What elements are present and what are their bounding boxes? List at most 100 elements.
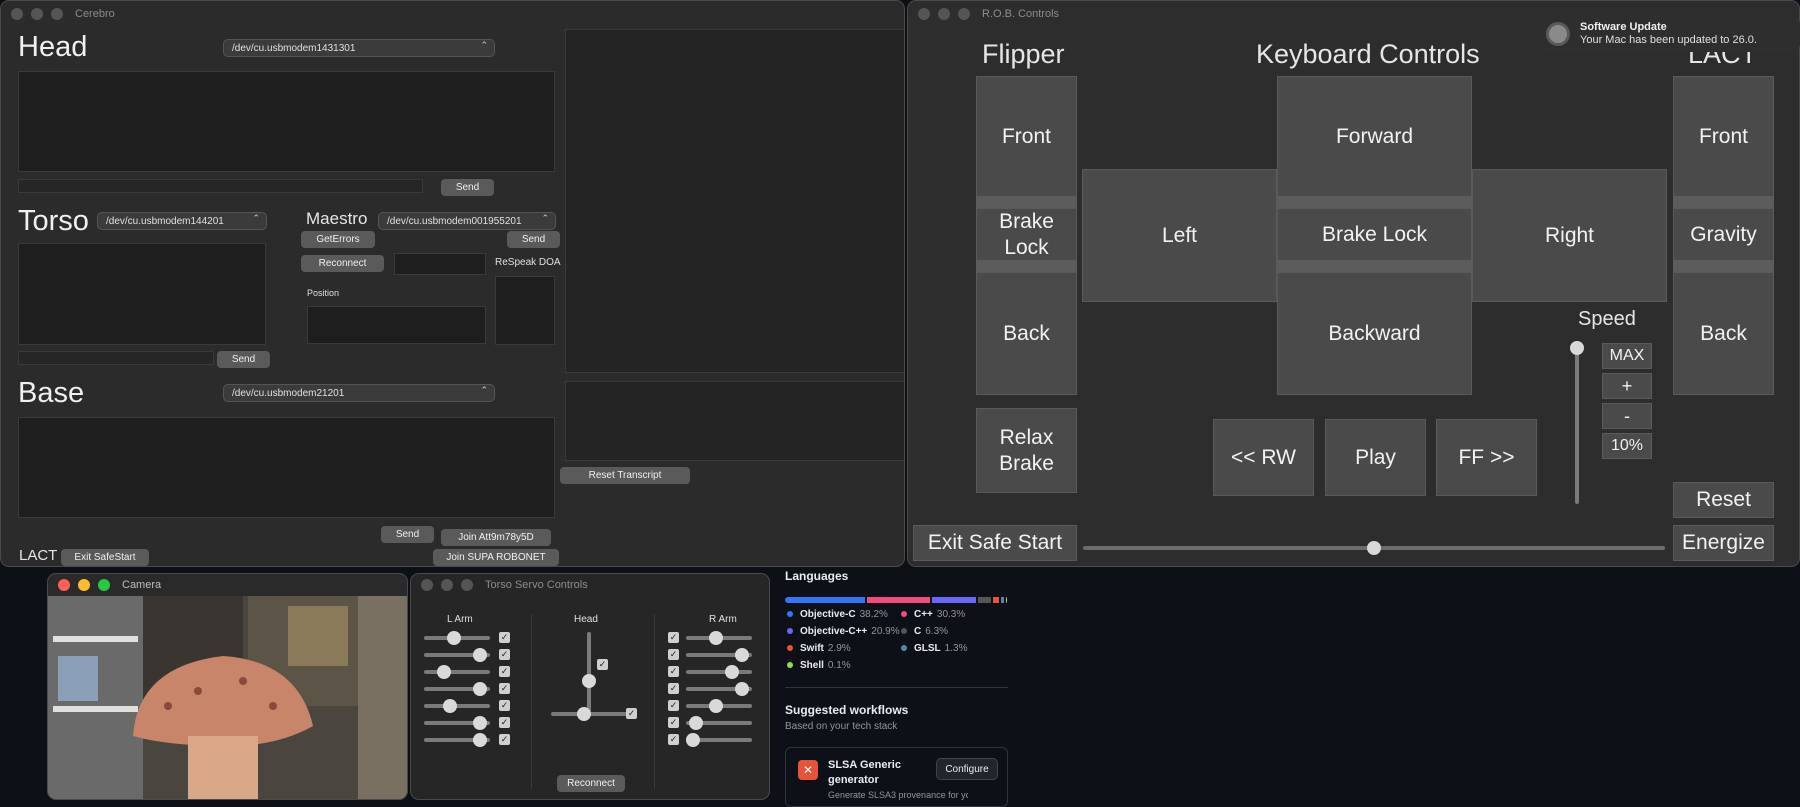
lact-front-button[interactable]: Front bbox=[1673, 76, 1774, 197]
l-arm-checkbox[interactable]: ✓ bbox=[499, 717, 510, 728]
r-arm-checkbox[interactable]: ✓ bbox=[668, 683, 679, 694]
reconnect-button[interactable]: Reconnect bbox=[301, 255, 384, 272]
left-button[interactable]: Left bbox=[1082, 169, 1277, 302]
fast-forward-button[interactable]: FF >> bbox=[1436, 419, 1537, 496]
flipper-back-button[interactable]: Back bbox=[976, 272, 1077, 395]
minimize-button[interactable] bbox=[31, 8, 43, 20]
close-button[interactable] bbox=[918, 8, 930, 20]
l-arm-slider-thumb[interactable] bbox=[473, 716, 487, 730]
l-arm-slider-thumb[interactable] bbox=[447, 631, 461, 645]
language-item[interactable]: C6.3% bbox=[901, 626, 948, 637]
r-arm-slider-thumb[interactable] bbox=[709, 699, 723, 713]
speed-plus-button[interactable]: + bbox=[1602, 373, 1652, 399]
head-port-select[interactable]: /dev/cu.usbmodem1431301 bbox=[223, 39, 495, 57]
r-arm-checkbox[interactable]: ✓ bbox=[668, 666, 679, 677]
workflow-card[interactable]: ✕ SLSA Generic generator Generate SLSA3 … bbox=[785, 747, 1008, 807]
torso-port-select[interactable]: /dev/cu.usbmodem144201 bbox=[97, 212, 267, 230]
torso-send-button[interactable]: Send bbox=[217, 351, 270, 368]
close-button[interactable] bbox=[58, 579, 70, 591]
respeak-doa-field[interactable] bbox=[495, 276, 555, 345]
speed-minus-button[interactable]: - bbox=[1602, 403, 1652, 429]
head-vertical-thumb[interactable] bbox=[582, 674, 596, 688]
minimize-button[interactable] bbox=[938, 8, 950, 20]
zoom-button[interactable] bbox=[51, 8, 63, 20]
l-arm-checkbox[interactable]: ✓ bbox=[499, 700, 510, 711]
r-arm-slider-thumb[interactable] bbox=[689, 716, 703, 730]
join-att-button[interactable]: Join Att9m78y5D bbox=[441, 529, 551, 546]
l-arm-slider-thumb[interactable] bbox=[473, 648, 487, 662]
head-horizontal-thumb[interactable] bbox=[577, 707, 591, 721]
play-button[interactable]: Play bbox=[1325, 419, 1426, 496]
speed-slider-track[interactable] bbox=[1575, 341, 1579, 504]
l-arm-slider-track[interactable] bbox=[424, 670, 490, 674]
base-port-select[interactable]: /dev/cu.usbmodem21201 bbox=[223, 384, 495, 402]
maestro-send-button[interactable]: Send bbox=[507, 231, 560, 248]
head-send-button[interactable]: Send bbox=[441, 179, 494, 196]
r-arm-slider-thumb[interactable] bbox=[735, 648, 749, 662]
l-arm-slider-thumb[interactable] bbox=[437, 665, 451, 679]
r-arm-slider-thumb[interactable] bbox=[725, 665, 739, 679]
head-command-input[interactable] bbox=[18, 179, 423, 193]
reset-transcript-button[interactable]: Reset Transcript bbox=[560, 467, 690, 484]
bottom-slider-thumb[interactable] bbox=[1367, 541, 1381, 555]
language-item[interactable]: GLSL1.3% bbox=[901, 643, 967, 654]
language-item[interactable]: Shell0.1% bbox=[787, 660, 851, 671]
language-item[interactable]: Objective-C++20.9% bbox=[787, 626, 900, 637]
flipper-front-button[interactable]: Front bbox=[976, 76, 1077, 197]
language-item[interactable]: C++30.3% bbox=[901, 609, 965, 620]
maestro-port-select[interactable]: /dev/cu.usbmodem001955201 bbox=[378, 212, 556, 230]
r-arm-slider-thumb[interactable] bbox=[686, 733, 700, 747]
speed-max-button[interactable]: MAX bbox=[1602, 343, 1652, 369]
close-button[interactable] bbox=[11, 8, 23, 20]
l-arm-checkbox[interactable]: ✓ bbox=[499, 683, 510, 694]
head-vertical-checkbox[interactable]: ✓ bbox=[597, 659, 608, 670]
relax-brake-button[interactable]: Relax Brake bbox=[976, 408, 1077, 493]
lact-back-button[interactable]: Back bbox=[1673, 272, 1774, 395]
torso-log-area[interactable] bbox=[18, 243, 266, 345]
join-supa-robonet-button[interactable]: Join SUPA ROBONET bbox=[433, 549, 559, 566]
minimize-button[interactable] bbox=[78, 579, 90, 591]
reset-button[interactable]: Reset bbox=[1673, 482, 1774, 518]
close-button[interactable] bbox=[421, 579, 433, 591]
rewind-button[interactable]: << RW bbox=[1213, 419, 1314, 496]
brake-lock-button[interactable]: Brake Lock bbox=[1277, 208, 1472, 261]
minimize-button[interactable] bbox=[441, 579, 453, 591]
exit-safestart-button[interactable]: Exit SafeStart bbox=[61, 549, 149, 566]
r-arm-slider-track[interactable] bbox=[686, 670, 752, 674]
r-arm-slider-thumb[interactable] bbox=[735, 682, 749, 696]
base-send-button[interactable]: Send bbox=[381, 526, 434, 543]
r-arm-checkbox[interactable]: ✓ bbox=[668, 717, 679, 728]
torso-command-input[interactable] bbox=[18, 351, 214, 365]
zoom-button[interactable] bbox=[461, 579, 473, 591]
exit-safe-start-button[interactable]: Exit Safe Start bbox=[913, 525, 1077, 561]
r-arm-checkbox[interactable]: ✓ bbox=[668, 649, 679, 660]
l-arm-checkbox[interactable]: ✓ bbox=[499, 632, 510, 643]
l-arm-checkbox[interactable]: ✓ bbox=[499, 666, 510, 677]
get-errors-button[interactable]: GetErrors bbox=[301, 231, 375, 248]
l-arm-slider-thumb[interactable] bbox=[473, 733, 487, 747]
position-field[interactable] bbox=[307, 306, 486, 344]
energize-button[interactable]: Energize bbox=[1673, 525, 1774, 561]
zoom-button[interactable] bbox=[958, 8, 970, 20]
r-arm-checkbox[interactable]: ✓ bbox=[668, 632, 679, 643]
forward-button[interactable]: Forward bbox=[1277, 76, 1472, 197]
head-horizontal-slider[interactable] bbox=[551, 712, 631, 716]
head-vertical-slider[interactable] bbox=[587, 632, 591, 712]
r-arm-checkbox[interactable]: ✓ bbox=[668, 700, 679, 711]
head-log-area[interactable] bbox=[18, 71, 555, 172]
language-item[interactable]: Swift2.9% bbox=[787, 643, 851, 654]
l-arm-checkbox[interactable]: ✓ bbox=[499, 649, 510, 660]
zoom-button[interactable] bbox=[98, 579, 110, 591]
speed-10-percent-button[interactable]: 10% bbox=[1602, 433, 1652, 459]
configure-button[interactable]: Configure bbox=[936, 758, 998, 780]
flipper-brake-lock-button[interactable]: Brake Lock bbox=[976, 208, 1077, 261]
software-update-notification[interactable]: Software Update Your Mac has been update… bbox=[1538, 16, 1800, 52]
r-arm-checkbox[interactable]: ✓ bbox=[668, 734, 679, 745]
gravity-button[interactable]: Gravity bbox=[1673, 208, 1774, 261]
r-arm-slider-thumb[interactable] bbox=[709, 631, 723, 645]
head-horizontal-checkbox[interactable]: ✓ bbox=[626, 708, 637, 719]
servo-reconnect-button[interactable]: Reconnect bbox=[557, 775, 625, 792]
l-arm-checkbox[interactable]: ✓ bbox=[499, 734, 510, 745]
maestro-value-input[interactable] bbox=[394, 253, 486, 275]
l-arm-slider-thumb[interactable] bbox=[473, 682, 487, 696]
